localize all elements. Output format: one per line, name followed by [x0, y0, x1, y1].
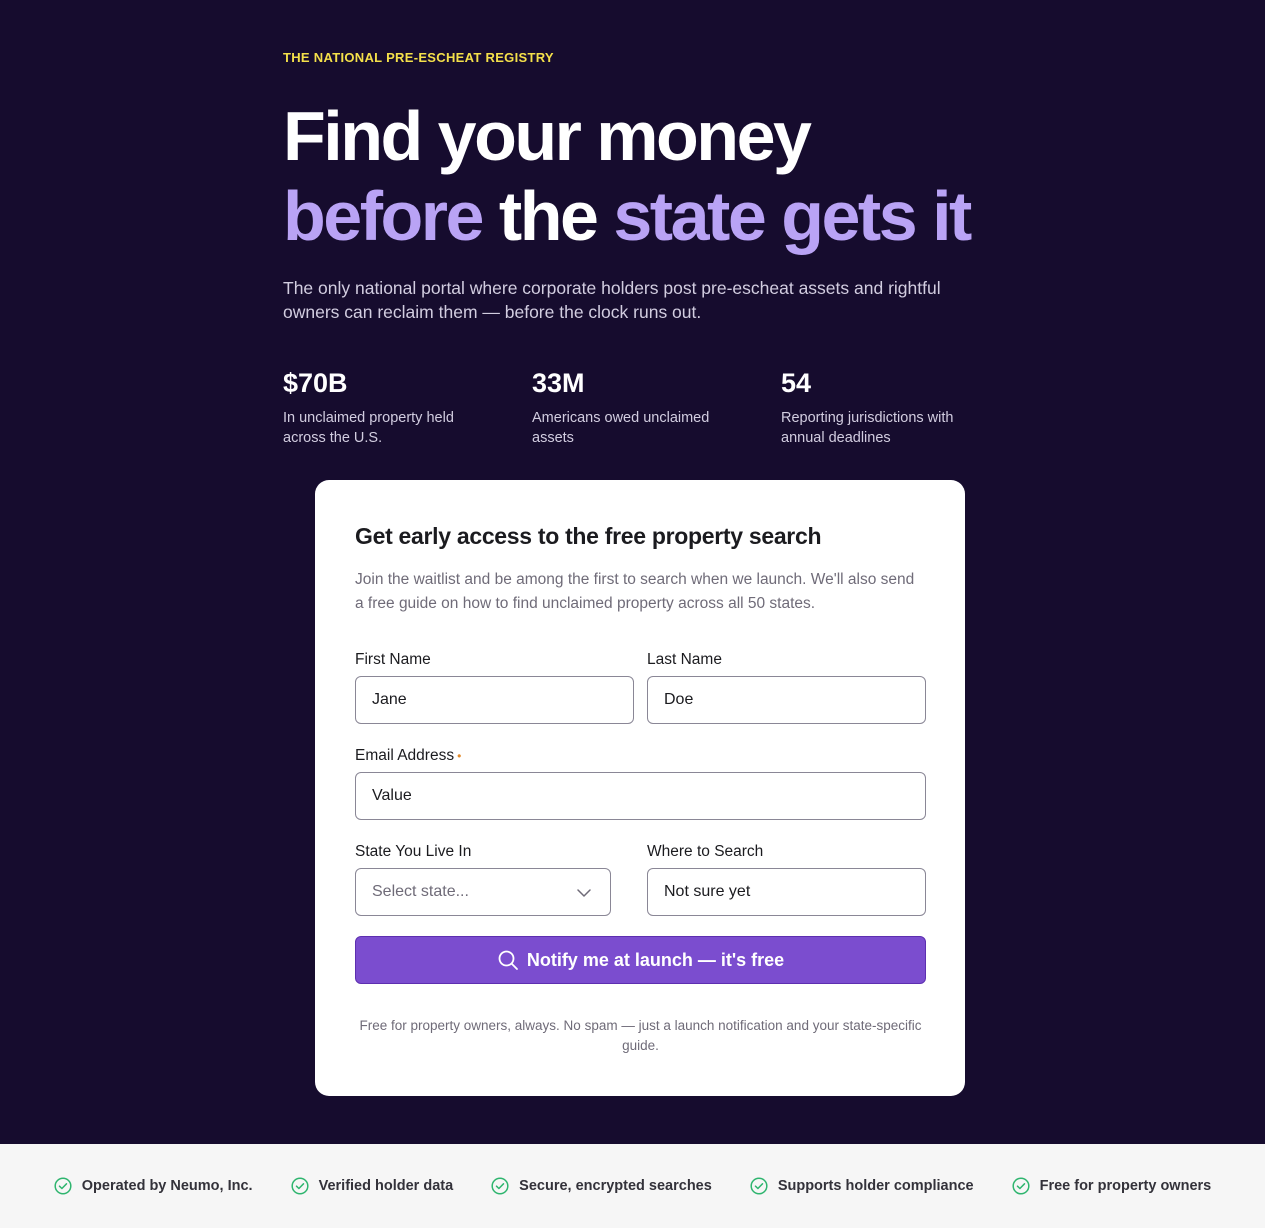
hero-subtext: The only national portal where corporate… [283, 278, 941, 322]
submit-label: Notify me at launch — it's free [526, 949, 785, 970]
where-to-search-input[interactable] [647, 868, 926, 916]
stat-americans-owed: 33M Americans owed unclaimed assets [532, 366, 732, 448]
trust-bar: Operated by Neumo, Inc. Verified holder … [0, 1144, 1265, 1228]
stats-row: $70B In unclaimed property held across t… [283, 366, 1003, 456]
trust-item-label: Free for property owners [1039, 1178, 1212, 1194]
stat-label: In unclaimed property held across the U.… [283, 410, 454, 446]
headline-accent-before: before [283, 177, 484, 255]
state-select[interactable]: Select state... [355, 868, 611, 916]
eyebrow: THE NATIONAL PRE-ESCHEAT REGISTRY [283, 50, 554, 65]
trust-item: Supports holder compliance [750, 1177, 974, 1195]
trust-item-label: Operated by Neumo, Inc. [81, 1178, 253, 1194]
state-label: State You Live In [355, 843, 472, 860]
stat-jurisdictions: 54 Reporting jurisdictions with annual d… [781, 366, 981, 448]
trust-item: Free for property owners [1012, 1177, 1212, 1195]
state-select-value: Select state... [372, 883, 469, 900]
headline: Find your money before the state gets it [283, 96, 972, 256]
trust-item: Secure, encrypted searches [491, 1177, 712, 1195]
check-circle-icon [750, 1177, 768, 1195]
email-input[interactable] [355, 772, 926, 820]
trust-item: Verified holder data [291, 1177, 454, 1195]
trust-item: Operated by Neumo, Inc. [54, 1177, 253, 1195]
check-circle-icon [54, 1177, 72, 1195]
where-to-search-label: Where to Search [647, 843, 764, 860]
trust-item-label: Secure, encrypted searches [519, 1178, 712, 1194]
headline-the: the [498, 177, 599, 255]
check-circle-icon [291, 1177, 309, 1195]
trust-item-label: Verified holder data [318, 1178, 454, 1194]
first-name-input[interactable] [355, 676, 634, 724]
required-marker: • [457, 749, 462, 763]
form-fineprint: Free for property owners, always. No spa… [359, 1018, 922, 1053]
email-label-row: Email Address • [355, 747, 461, 765]
notify-submit-button[interactable]: Notify me at launch — it's free [355, 936, 926, 984]
email-label: Email Address [355, 747, 455, 764]
search-icon [498, 950, 518, 970]
hero-section: THE NATIONAL PRE-ESCHEAT REGISTRY Find y… [0, 0, 1265, 1144]
check-circle-icon [491, 1177, 509, 1195]
trust-item-label: Supports holder compliance [777, 1178, 974, 1194]
form-title: Get early access to the free property se… [355, 523, 822, 549]
headline-line-2: before the state gets it [283, 176, 972, 256]
headline-accent-state: state gets it [613, 177, 972, 255]
last-name-input[interactable] [647, 676, 926, 724]
form-description: Join the waitlist and be among the first… [355, 571, 915, 612]
stat-label: Americans owed unclaimed assets [532, 410, 710, 446]
headline-line-1: Find your money [283, 97, 812, 175]
waitlist-form-card: Get early access to the free property se… [315, 480, 965, 1096]
last-name-label: Last Name [647, 651, 722, 668]
stat-value: 54 [781, 368, 812, 398]
stat-value: $70B [283, 368, 348, 398]
first-name-label: First Name [355, 651, 431, 668]
stat-unclaimed-property: $70B In unclaimed property held across t… [283, 366, 483, 448]
stat-label: Reporting jurisdictions with annual dead… [781, 410, 954, 446]
chevron-down-icon [577, 889, 591, 897]
check-circle-icon [1012, 1177, 1030, 1195]
stat-value: 33M [532, 368, 585, 398]
